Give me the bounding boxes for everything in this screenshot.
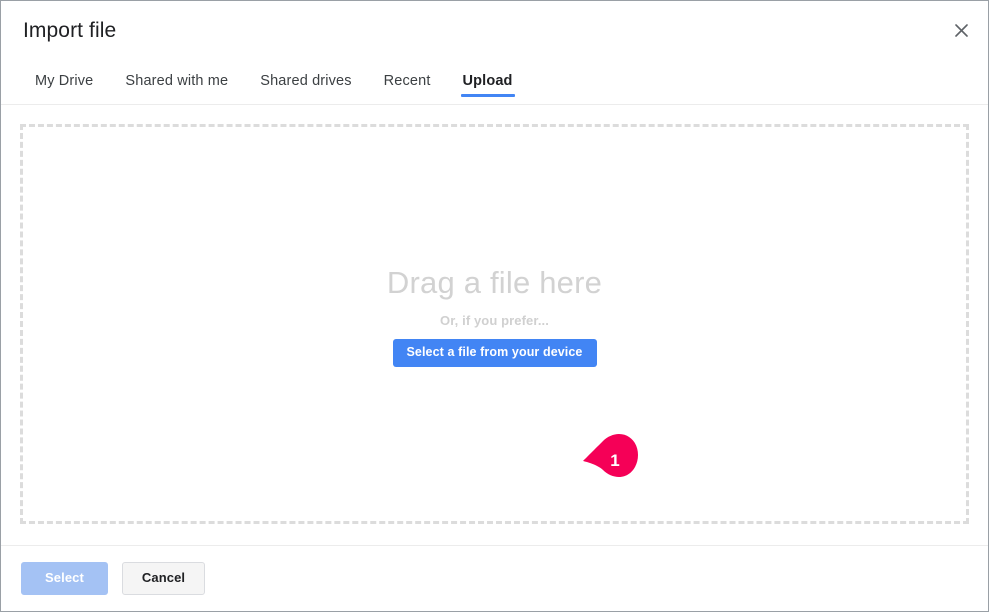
tab-shared-drives[interactable]: Shared drives (244, 58, 367, 104)
import-file-dialog: Import file My Drive Shared with me Shar… (0, 0, 989, 612)
drag-file-prompt: Drag a file here (386, 264, 603, 300)
cancel-button[interactable]: Cancel (121, 562, 206, 595)
tab-label: Shared drives (260, 73, 352, 89)
tab-label: Shared with me (125, 73, 229, 89)
cancel-button-label: Cancel (141, 570, 186, 585)
tab-label: Recent (383, 73, 431, 89)
tab-label: My Drive (35, 73, 94, 89)
select-button-label: Select (45, 570, 84, 585)
dropzone-content: Drag a file here Or, if you prefer... Se… (387, 264, 602, 367)
close-button[interactable] (944, 13, 978, 47)
close-icon (954, 23, 968, 37)
dialog-footer: Select Cancel (1, 545, 988, 611)
select-button[interactable]: Select (21, 562, 108, 595)
tab-my-drive[interactable]: My Drive (19, 58, 109, 104)
page-title: Import file (23, 19, 117, 42)
tab-bar: My Drive Shared with me Shared drives Re… (1, 58, 988, 104)
tab-upload[interactable]: Upload (447, 58, 529, 104)
tab-shared-with-me[interactable]: Shared with me (109, 58, 244, 104)
select-file-from-device-button[interactable]: Select a file from your device (392, 338, 597, 367)
tab-recent[interactable]: Recent (368, 58, 447, 104)
select-file-label: Select a file from your device (406, 344, 583, 359)
dialog-body: Drag a file here Or, if you prefer... Se… (1, 105, 988, 545)
alternative-prompt: Or, if you prefer... (440, 312, 549, 328)
dialog-header: Import file My Drive Shared with me Shar… (1, 1, 988, 105)
file-dropzone[interactable]: Drag a file here Or, if you prefer... Se… (20, 124, 969, 524)
tab-label: Upload (462, 73, 513, 89)
